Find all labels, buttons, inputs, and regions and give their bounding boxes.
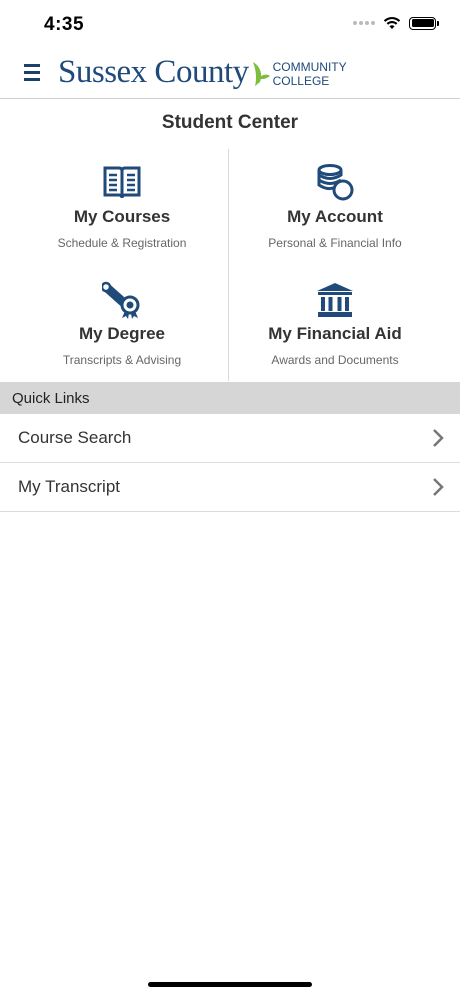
chevron-right-icon xyxy=(433,478,444,496)
diploma-icon xyxy=(102,281,140,319)
tile-my-degree[interactable]: My Degree Transcripts & Advising xyxy=(8,280,236,367)
quick-link-course-search[interactable]: Course Search xyxy=(0,414,460,463)
battery-icon xyxy=(409,16,439,30)
tile-my-account[interactable]: My Account Personal & Financial Info xyxy=(221,163,449,250)
student-center-grid: My Courses Schedule & Registration My Ac… xyxy=(0,149,460,381)
menu-button[interactable] xyxy=(24,64,42,82)
logo-sub-line1: COMMUNITY xyxy=(272,59,347,74)
status-icons xyxy=(353,16,439,30)
home-indicator[interactable] xyxy=(148,982,312,987)
leaf-icon xyxy=(252,61,270,86)
chevron-right-icon xyxy=(433,429,444,447)
tile-title: My Degree xyxy=(79,324,165,343)
logo-wordmark: Sussex County xyxy=(58,54,249,90)
tile-my-financial-aid[interactable]: My Financial Aid Awards and Documents xyxy=(221,280,449,367)
tile-subtitle: Personal & Financial Info xyxy=(268,236,402,250)
wifi-icon xyxy=(383,17,401,29)
status-time: 4:35 xyxy=(44,14,85,35)
app-header: Sussex County COMMUNITY COLLEGE xyxy=(0,50,460,99)
tile-subtitle: Awards and Documents xyxy=(271,353,399,367)
page-title: Student Center xyxy=(161,112,299,133)
tile-subtitle: Schedule & Registration xyxy=(57,236,187,250)
book-icon xyxy=(103,166,141,199)
logo-subtitle: COMMUNITY COLLEGE xyxy=(273,59,347,87)
status-bar: 4:35 xyxy=(0,0,460,50)
signal-icon xyxy=(353,21,375,25)
tile-title: My Courses xyxy=(73,207,171,226)
tile-my-courses[interactable]: My Courses Schedule & Registration xyxy=(8,163,236,250)
tile-subtitle: Transcripts & Advising xyxy=(62,353,182,367)
quick-link-my-transcript[interactable]: My Transcript xyxy=(0,463,460,512)
quick-link-label: Course Search xyxy=(18,428,132,447)
quick-link-label: My Transcript xyxy=(18,477,121,496)
coins-icon xyxy=(317,164,354,201)
tile-title: My Financial Aid xyxy=(268,324,402,343)
bank-icon xyxy=(317,283,353,317)
tile-title: My Account xyxy=(287,207,383,226)
quick-links-header: Quick Links xyxy=(0,382,460,414)
logo-sub-line2: COLLEGE xyxy=(272,73,330,88)
quick-links-title: Quick Links xyxy=(12,390,90,407)
college-logo: Sussex County COMMUNITY COLLEGE xyxy=(58,54,347,91)
